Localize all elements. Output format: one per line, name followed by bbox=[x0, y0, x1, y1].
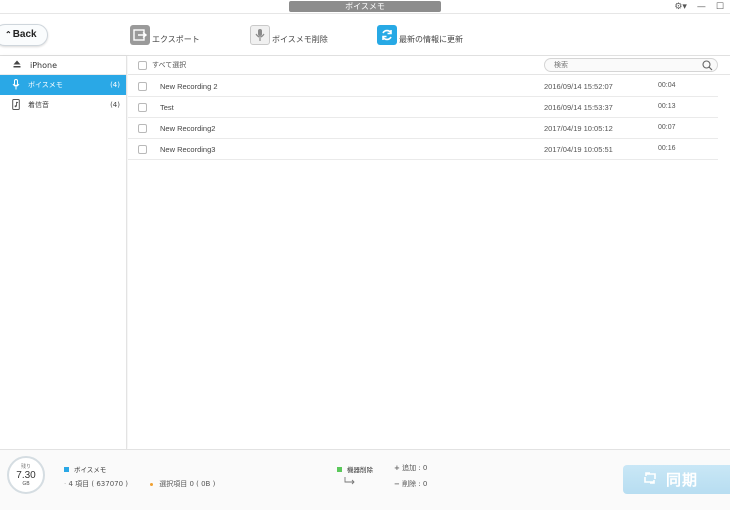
refresh-label: 最新の情報に更新 bbox=[399, 34, 463, 44]
microphone-delete-icon bbox=[250, 25, 270, 45]
category-legend: ボイスメモ bbox=[64, 464, 106, 474]
select-all-label: すべて選択 bbox=[152, 61, 187, 69]
refresh-icon bbox=[377, 25, 397, 45]
device-name: iPhone bbox=[30, 60, 58, 70]
sidebar-item-label: ボイスメモ bbox=[28, 81, 63, 89]
select-all[interactable]: すべて選択 bbox=[138, 60, 186, 70]
items-summary: · 4 項目 ( 637070 ) bbox=[64, 479, 128, 489]
minus-icon: − bbox=[394, 480, 400, 488]
recording-date: 2016/09/14 15:52:07 bbox=[544, 82, 613, 91]
memo-list: すべて選択 New Recording 2 2016/09/14 15:52:0… bbox=[128, 56, 730, 449]
sidebar-item-count: (4) bbox=[110, 81, 120, 89]
status-footer: 残り 7.30 GB ボイスメモ · 4 項目 ( 637070 ) 選択項目 … bbox=[0, 449, 730, 510]
list-header: すべて選択 bbox=[128, 56, 730, 75]
add-summary: + 追加 : 0 bbox=[394, 463, 427, 473]
storage-value: 7.30 bbox=[16, 470, 36, 481]
search-box[interactable] bbox=[544, 58, 718, 72]
row-checkbox[interactable] bbox=[138, 145, 147, 154]
export-label: エクスポート bbox=[152, 34, 200, 44]
sidebar-item-voice-memo[interactable]: ボイスメモ (4) bbox=[0, 75, 126, 95]
delete-mode-label: 機器削除 bbox=[347, 466, 373, 474]
eject-icon[interactable] bbox=[13, 60, 21, 70]
delete-voice-memo-button[interactable]: ボイスメモ削除 bbox=[250, 24, 328, 46]
toolbar: ⌃Back エクスポート ボイスメモ削除 最新の情報に更新 bbox=[0, 14, 730, 56]
remove-summary: − 削除 : 0 bbox=[394, 479, 427, 489]
chevron-up-icon: ⌃ bbox=[5, 30, 12, 39]
recording-name: New Recording3 bbox=[160, 145, 216, 154]
bullet-icon bbox=[150, 482, 153, 486]
delete-mode-color-swatch bbox=[337, 466, 342, 472]
storage-label: 残り bbox=[20, 464, 31, 470]
search-icon[interactable] bbox=[702, 60, 713, 73]
recording-date: 2017/04/19 10:05:51 bbox=[544, 145, 613, 154]
recording-name: New Recording 2 bbox=[160, 82, 218, 91]
sync-button[interactable]: 同期 bbox=[623, 465, 730, 494]
refresh-button[interactable]: 最新の情報に更新 bbox=[377, 24, 463, 46]
recording-duration: 00:04 bbox=[658, 82, 676, 89]
selected-count: 選択項目 0 ( 0B ) bbox=[159, 480, 216, 488]
bullet-icon: · bbox=[64, 480, 67, 488]
sidebar-item-label: 着信音 bbox=[28, 101, 49, 109]
recording-duration: 00:07 bbox=[658, 124, 676, 131]
window-title: ボイスメモ bbox=[289, 1, 441, 12]
minimize-icon[interactable]: — bbox=[697, 1, 706, 13]
recording-name: Test bbox=[160, 103, 174, 112]
category-color-swatch bbox=[64, 466, 69, 472]
recording-duration: 00:16 bbox=[658, 145, 676, 152]
microphone-icon bbox=[12, 78, 20, 92]
recording-date: 2016/09/14 15:53:37 bbox=[544, 103, 613, 112]
window-controls: ⚙▾ — ☐ bbox=[674, 1, 724, 13]
select-all-checkbox[interactable] bbox=[138, 60, 147, 70]
remove-count: 削除 : 0 bbox=[402, 480, 428, 488]
sidebar-item-ringtone[interactable]: 着信音 (4) bbox=[0, 95, 126, 115]
delete-label: ボイスメモ削除 bbox=[272, 34, 328, 44]
row-checkbox[interactable] bbox=[138, 103, 147, 112]
table-row[interactable]: Test 2016/09/14 15:53:37 00:13 bbox=[128, 97, 718, 118]
device-row[interactable]: iPhone bbox=[0, 56, 126, 75]
table-row[interactable]: New Recording 2 2016/09/14 15:52:07 00:0… bbox=[128, 76, 718, 97]
maximize-icon[interactable]: ☐ bbox=[716, 1, 724, 13]
storage-unit: GB bbox=[22, 481, 30, 487]
back-button[interactable]: ⌃Back bbox=[0, 24, 48, 46]
plus-icon: + bbox=[394, 464, 400, 472]
recording-duration: 00:13 bbox=[658, 103, 676, 110]
sidebar-item-count: (4) bbox=[110, 101, 120, 109]
items-count: 4 項目 ( 637070 ) bbox=[68, 480, 129, 488]
storage-indicator: 残り 7.30 GB bbox=[7, 456, 45, 494]
table-row[interactable]: New Recording3 2017/04/19 10:05:51 00:16 bbox=[128, 139, 718, 160]
title-bar: ボイスメモ ⚙▾ — ☐ bbox=[0, 0, 730, 14]
phone-ringtone-icon bbox=[12, 98, 20, 112]
search-input[interactable] bbox=[545, 59, 695, 71]
recording-date: 2017/04/19 10:05:12 bbox=[544, 124, 613, 133]
recording-name: New Recording2 bbox=[160, 124, 216, 133]
row-checkbox[interactable] bbox=[138, 124, 147, 133]
row-checkbox[interactable] bbox=[138, 82, 147, 91]
arrow-return-icon bbox=[344, 477, 356, 487]
selected-summary: 選択項目 0 ( 0B ) bbox=[150, 479, 215, 489]
table-row[interactable]: New Recording2 2017/04/19 10:05:12 00:07 bbox=[128, 118, 718, 139]
export-icon bbox=[130, 25, 150, 45]
sync-label: 同期 bbox=[666, 471, 699, 489]
sidebar: iPhone ボイスメモ (4) 着信音 (4) bbox=[0, 56, 127, 449]
sync-icon bbox=[643, 471, 657, 489]
back-label: Back bbox=[12, 29, 37, 40]
category-label: ボイスメモ bbox=[74, 466, 107, 474]
export-button[interactable]: エクスポート bbox=[130, 24, 200, 46]
delete-mode-legend: 機器削除 bbox=[337, 464, 373, 474]
settings-gear-icon[interactable]: ⚙▾ bbox=[674, 1, 687, 13]
add-count: 追加 : 0 bbox=[402, 464, 428, 472]
